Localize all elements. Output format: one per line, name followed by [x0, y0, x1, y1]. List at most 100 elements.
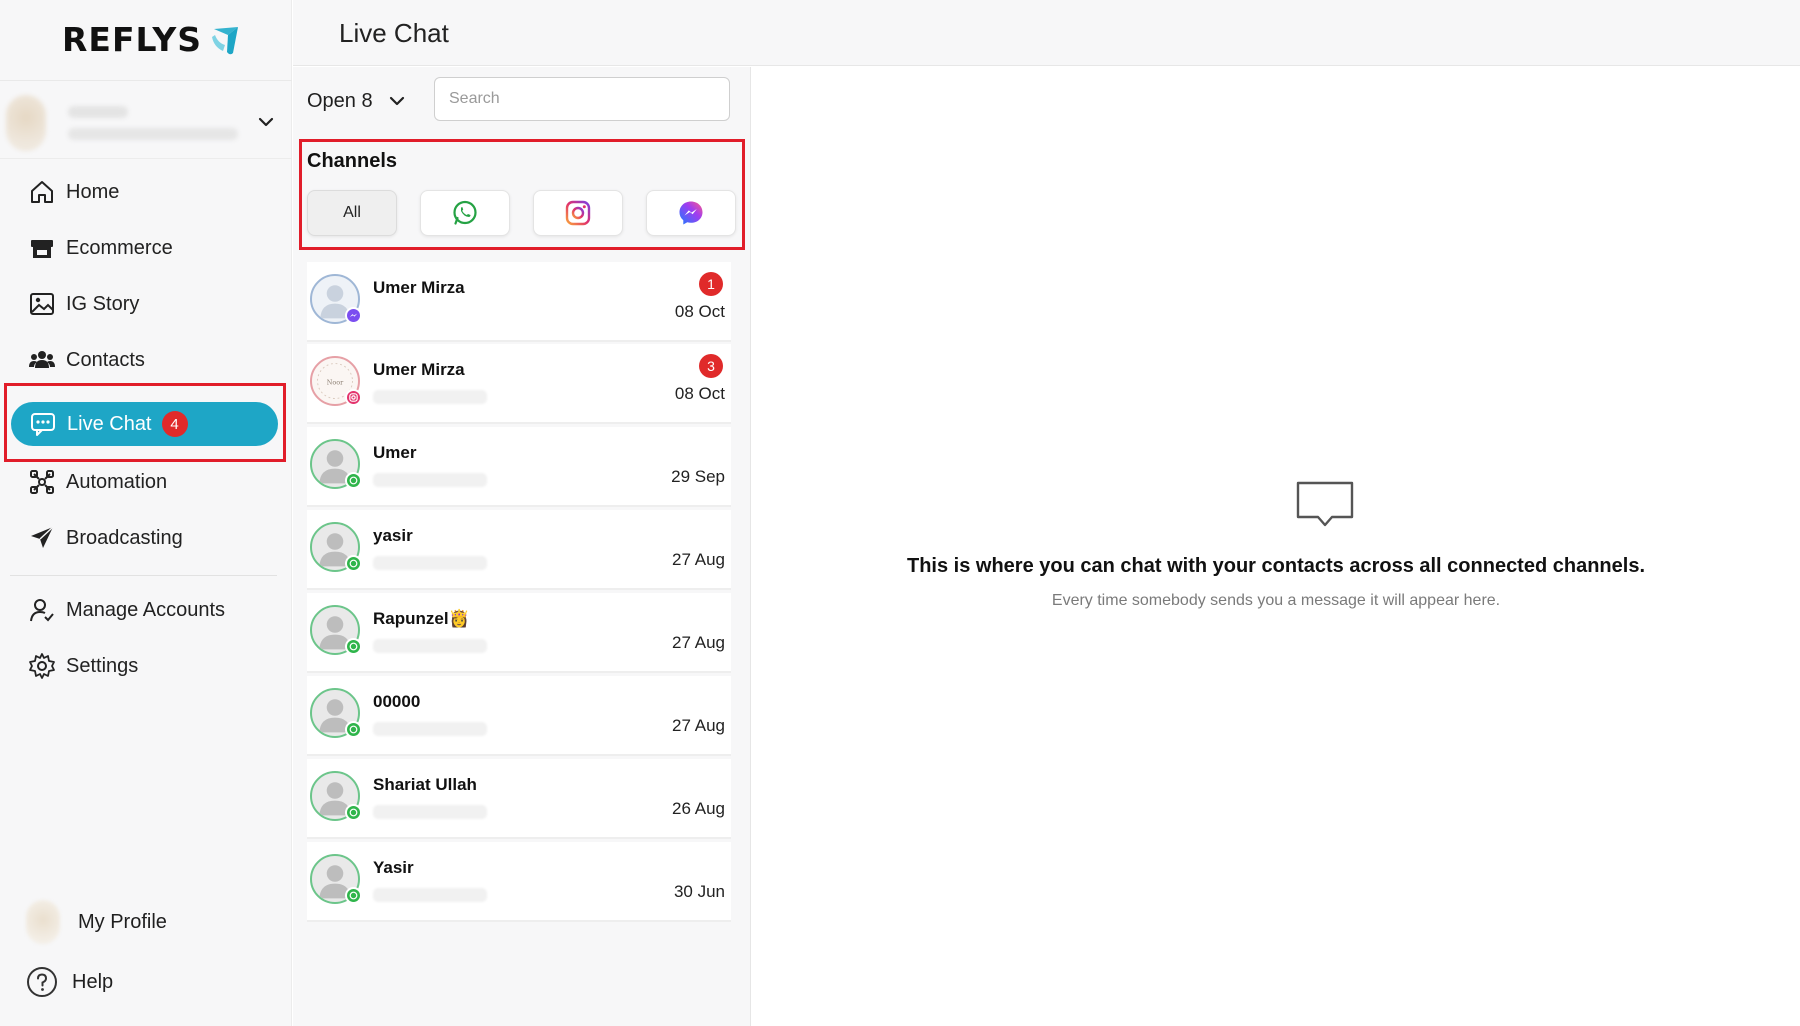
sidebar-item-label: Manage Accounts [66, 598, 225, 621]
conversation-date: 30 Jun [673, 882, 725, 901]
avatar [26, 900, 60, 944]
message-preview-blurred [373, 888, 487, 902]
automation-icon [30, 470, 54, 494]
contact-name: Yasir [373, 858, 414, 877]
conversation-item[interactable]: Umer 29 Sep [307, 427, 731, 507]
home-icon [31, 181, 53, 203]
brand-logo[interactable]: REFLYS [62, 20, 242, 59]
empty-state-title: This is where you can chat with your con… [907, 555, 1645, 577]
conversation-date: 27 Aug [672, 716, 725, 735]
whatsapp-icon [345, 721, 362, 738]
message-preview-blurred [373, 639, 487, 653]
channels-heading: Channels [307, 150, 398, 172]
whatsapp-icon [345, 472, 362, 489]
message-preview-blurred [373, 473, 487, 487]
conversation-list-panel: Open 8 Channels All Umer Mirza 1 08 Oct … [293, 67, 751, 1026]
sidebar-item-label: Automation [66, 470, 168, 493]
brand-name: REFLYS [62, 20, 203, 59]
sidebar-item-label: Live Chat [67, 412, 152, 435]
instagram-icon [565, 200, 591, 226]
sidebar-item-settings[interactable]: Settings [28, 646, 138, 686]
help-label: Help [72, 970, 114, 993]
page-title: Live Chat [339, 18, 449, 48]
my-profile-link[interactable]: My Profile [26, 900, 167, 944]
channel-filter-all[interactable]: All [307, 190, 397, 236]
chat-empty-state: This is where you can chat with your con… [752, 67, 1800, 1026]
contact-name: Umer Mirza [373, 360, 465, 379]
messenger-icon [345, 307, 362, 324]
top-header: Live Chat [293, 0, 1800, 66]
search-input[interactable] [434, 77, 730, 121]
conversation-date: 29 Sep [671, 467, 725, 486]
sidebar-item-label: IG Story [66, 292, 140, 315]
chevron-down-icon [389, 96, 404, 106]
account-avatar [6, 95, 46, 151]
instagram-icon [345, 389, 362, 406]
message-preview-blurred [373, 556, 487, 570]
sidebar-item-contacts[interactable]: Contacts [28, 340, 145, 380]
divider [0, 158, 292, 159]
channel-filter-whatsapp[interactable] [420, 190, 510, 236]
sidebar-item-ecommerce[interactable]: Ecommerce [28, 228, 173, 268]
svg-text:Noor: Noor [327, 379, 344, 387]
conversation-item[interactable]: Shariat Ullah 26 Aug [307, 759, 731, 839]
divider [0, 80, 292, 81]
conversation-date: 27 Aug [672, 633, 725, 652]
image-icon [30, 293, 54, 315]
sidebar-item-home[interactable]: Home [28, 172, 119, 212]
status-filter-dropdown[interactable]: Open 8 [307, 79, 407, 123]
unread-badge: 1 [699, 272, 723, 296]
sidebar-item-broadcasting[interactable]: Broadcasting [28, 518, 183, 558]
conversation-item[interactable]: 00000 27 Aug [307, 676, 731, 756]
whatsapp-icon [345, 555, 362, 572]
chevron-down-icon[interactable] [256, 112, 276, 132]
contact-name: Rapunzel👸 [373, 609, 470, 628]
sidebar-item-automation[interactable]: Automation [28, 462, 167, 502]
whatsapp-icon [453, 200, 477, 225]
divider [10, 575, 277, 576]
sidebar-item-manage-accounts[interactable]: Manage Accounts [28, 590, 225, 630]
sidebar-item-label: Settings [66, 654, 139, 677]
sidebar-item-label: Ecommerce [66, 236, 173, 259]
sidebar-item-label: Broadcasting [66, 526, 183, 549]
my-profile-label: My Profile [78, 910, 167, 933]
contact-name: Umer Mirza [373, 278, 465, 297]
conversation-date: 27 Aug [672, 550, 725, 569]
contact-name: 00000 [373, 692, 421, 711]
sidebar-item-live-chat[interactable]: Live Chat 4 [11, 402, 278, 446]
channel-filter-all-label: All [343, 204, 361, 221]
logo-mark-icon [212, 26, 239, 54]
sidebar-item-ig-story[interactable]: IG Story [28, 284, 139, 324]
status-filter-label: Open 8 [307, 89, 373, 112]
sidebar-item-label: Home [66, 180, 120, 203]
empty-state-subtitle: Every time somebody sends you a message … [1051, 592, 1501, 609]
account-switcher[interactable] [6, 90, 286, 156]
help-icon [27, 967, 57, 997]
message-preview-blurred [373, 722, 487, 736]
conversation-item[interactable]: Rapunzel👸 27 Aug [307, 593, 731, 673]
chat-bubble-icon [1296, 481, 1354, 527]
send-icon [31, 526, 54, 548]
conversation-date: 08 Oct [674, 384, 725, 403]
messenger-icon [679, 201, 703, 225]
channel-filter-instagram[interactable] [533, 190, 623, 236]
conversation-item[interactable]: yasir 27 Aug [307, 510, 731, 590]
user-icon [30, 599, 54, 622]
unread-count-badge: 4 [161, 411, 188, 437]
contacts-icon [29, 351, 55, 368]
conversation-item[interactable]: Umer Mirza 1 08 Oct [307, 262, 731, 342]
contact-name: Shariat Ullah [373, 775, 477, 794]
gear-icon [29, 653, 55, 679]
contact-name: Umer [373, 443, 417, 462]
message-preview-blurred [373, 390, 487, 404]
conversation-item[interactable]: Yasir 30 Jun [307, 842, 731, 922]
channel-filter-messenger[interactable] [646, 190, 736, 236]
store-icon [31, 240, 53, 258]
conversation-date: 08 Oct [674, 302, 725, 321]
conversation-item[interactable]: Noor Umer Mirza 3 08 Oct [307, 344, 731, 424]
whatsapp-icon [345, 887, 362, 904]
help-link[interactable]: Help [26, 966, 113, 998]
message-preview-blurred [373, 805, 487, 819]
conversation-date: 26 Aug [672, 799, 725, 818]
chat-icon [31, 413, 55, 436]
